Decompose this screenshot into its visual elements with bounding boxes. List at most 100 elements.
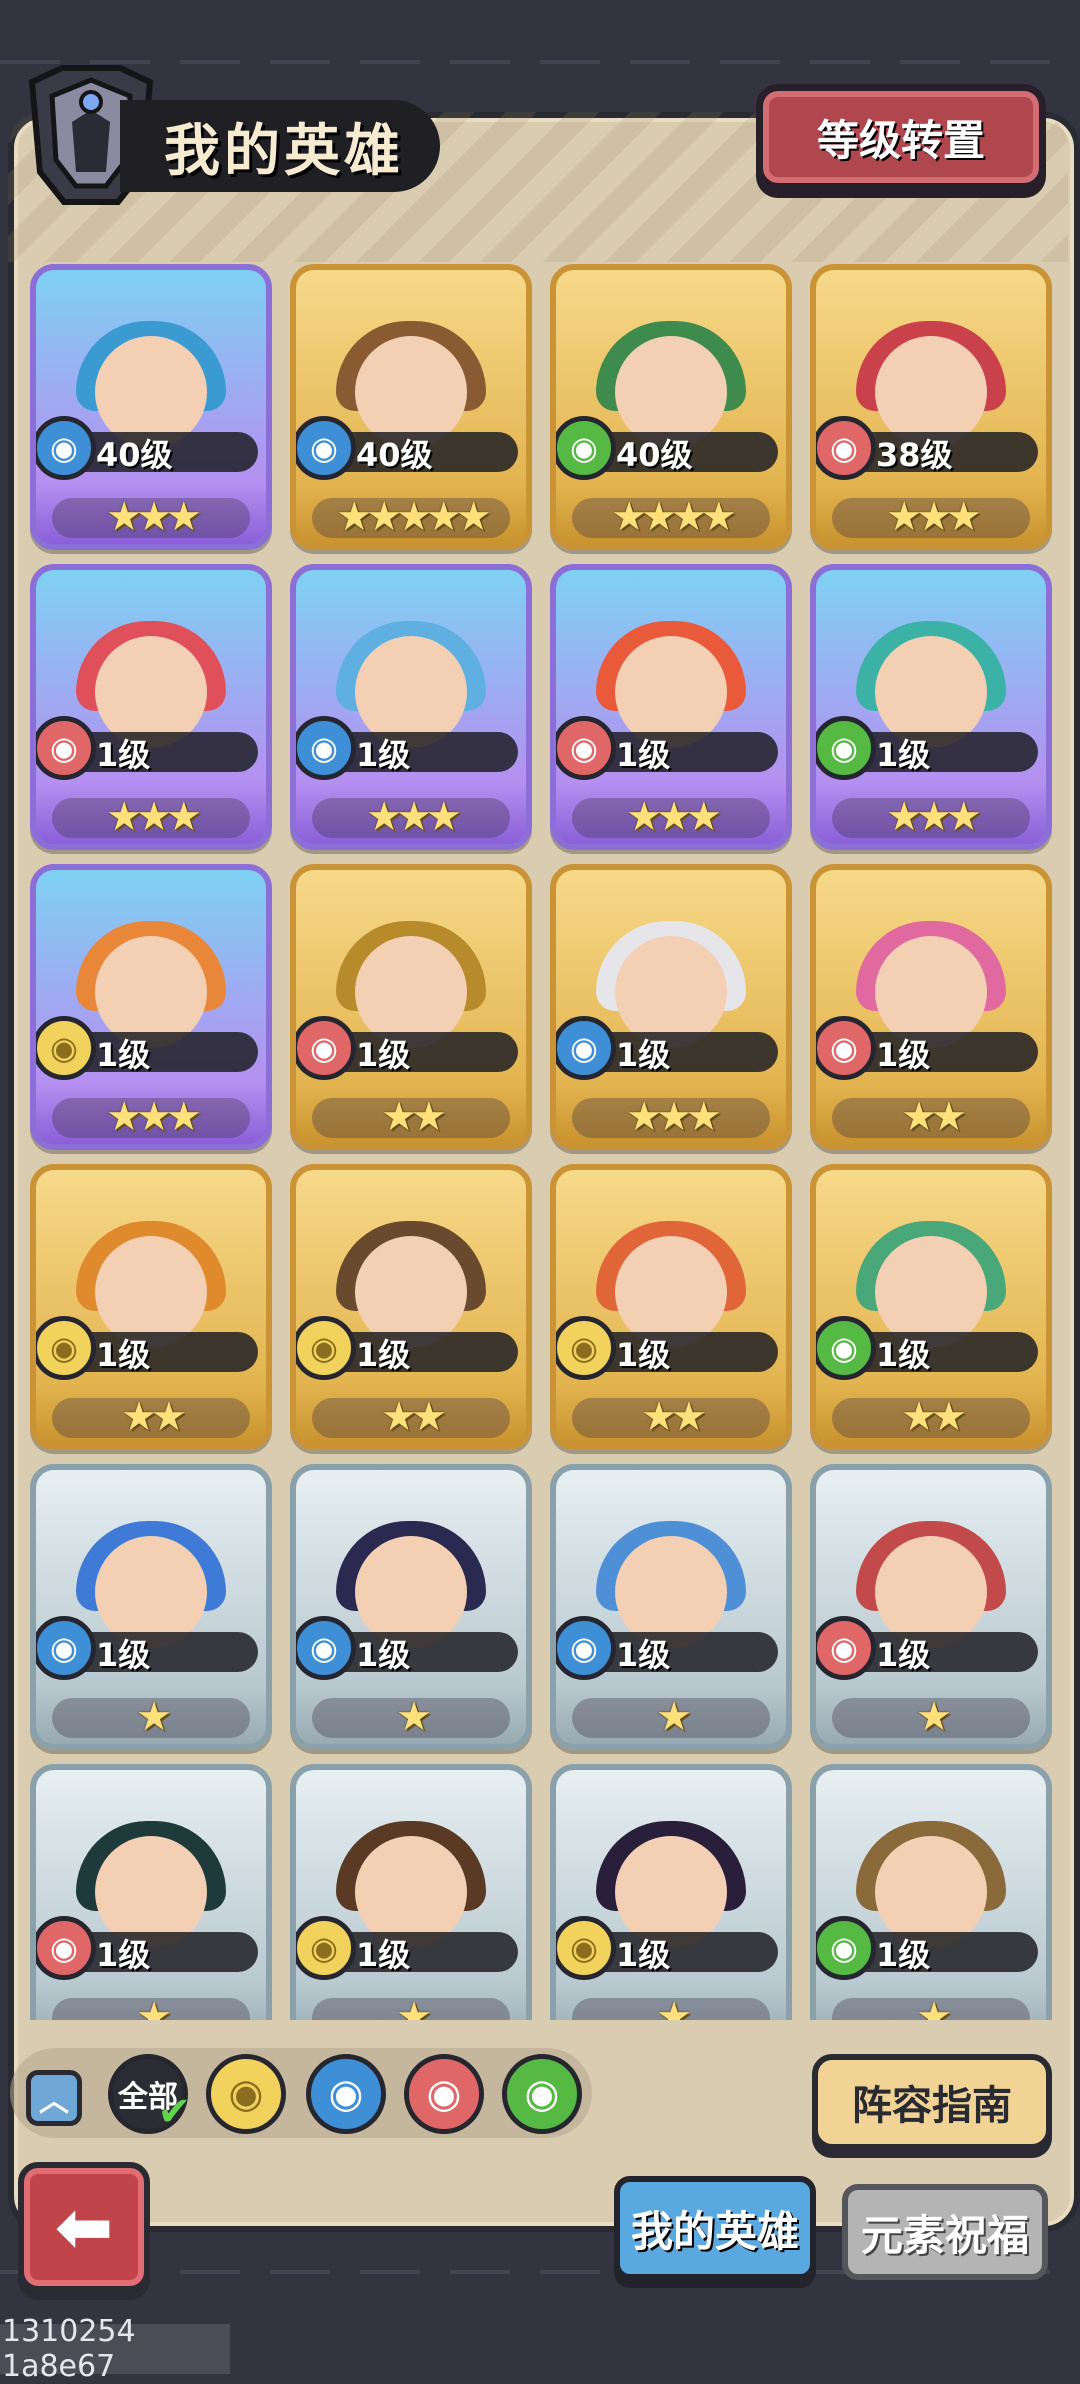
filter-earth-button[interactable]: ◉ [206, 2054, 286, 2134]
hero-card[interactable]: ◉ 1级 ★ [810, 1764, 1052, 2020]
hero-card[interactable]: ◉ 1级 ★★ [550, 1164, 792, 1450]
top-decoration [0, 60, 1080, 64]
earth-element-icon: ◉ [296, 1316, 356, 1380]
wind-element-icon: ◉ [816, 716, 876, 780]
hero-card[interactable]: ◉ 1级 ★★ [290, 1164, 532, 1450]
hero-level: 1级 [96, 1636, 151, 1674]
hero-card[interactable]: ◉ 1级 ★★★ [30, 564, 272, 850]
star-icon: ★ [165, 494, 202, 540]
star-rating: ★★ [556, 1394, 786, 1440]
hero-card[interactable]: ◉ 1级 ★ [290, 1764, 532, 2020]
star-icon: ★ [381, 1394, 417, 1440]
hero-level: 1级 [96, 1036, 151, 1074]
star-rating: ★★★★★ [296, 494, 526, 540]
star-icon: ★ [945, 794, 982, 840]
star-icon: ★ [136, 1694, 172, 1740]
water-element-icon: ◉ [296, 716, 356, 780]
earth-element-icon: ◉ [36, 1016, 96, 1080]
hero-card[interactable]: ◉ 1级 ★★★ [290, 564, 532, 850]
hero-level: 1级 [876, 736, 931, 774]
back-button[interactable]: ⬅ [18, 2162, 150, 2292]
hero-card[interactable]: ◉ 1级 ★ [550, 1764, 792, 2020]
hero-card[interactable]: ◉ 40级 ★★★ [30, 264, 272, 550]
hero-card[interactable]: ◉ 1级 ★★★ [550, 564, 792, 850]
lineup-guide-button[interactable]: 阵容指南 [812, 2054, 1052, 2150]
tab-element-blessing[interactable]: 元素祝福 [842, 2184, 1048, 2280]
earth-element-icon: ◉ [556, 1916, 616, 1980]
star-rating: ★★ [296, 1394, 526, 1440]
star-icon: ★ [671, 494, 707, 540]
star-rating: ★★ [816, 1394, 1046, 1440]
star-icon: ★ [396, 1694, 432, 1740]
star-rating: ★★★★ [556, 494, 786, 540]
fire-element-icon: ◉ [816, 1016, 876, 1080]
star-icon: ★ [656, 1694, 692, 1740]
hero-level: 1级 [356, 1636, 411, 1674]
fire-element-icon: ◉ [36, 716, 96, 780]
hero-card[interactable]: ◉ 1级 ★ [810, 1464, 1052, 1750]
level-transfer-button[interactable]: 等级转置 [756, 84, 1046, 190]
star-icon: ★ [165, 1094, 202, 1140]
hero-level: 1级 [616, 1636, 671, 1674]
fire-element-icon: ◉ [816, 416, 876, 480]
tab-my-heroes[interactable]: 我的英雄 [614, 2176, 816, 2280]
chevron-up-icon: ︿ [39, 2084, 69, 2119]
star-icon: ★ [656, 1994, 692, 2020]
hero-card[interactable]: ◉ 1级 ★★★ [550, 864, 792, 1150]
hero-card[interactable]: ◉ 40级 ★★★★ [550, 264, 792, 550]
star-rating: ★★★ [36, 794, 266, 840]
build-id: 1310254 1a8e67 [0, 2314, 230, 2384]
water-element-icon: ◉ [328, 2071, 364, 2117]
hero-card[interactable]: ◉ 1级 ★ [290, 1464, 532, 1750]
star-icon: ★ [336, 494, 372, 540]
hero-card[interactable]: ◉ 40级 ★★★★★ [290, 264, 532, 550]
star-icon: ★ [901, 1394, 937, 1440]
hero-level: 1级 [96, 1336, 151, 1374]
star-rating: ★ [556, 1694, 786, 1740]
star-rating: ★★ [36, 1394, 266, 1440]
wind-element-icon: ◉ [816, 1316, 876, 1380]
hero-card[interactable]: ◉ 38级 ★★★ [810, 264, 1052, 550]
hero-grid: ◉ 40级 ★★★ ◉ 40级 ★★★★★ ◉ 40级 ★★★★ ◉ 38级 ★★★ ◉ 1级 ★★★ ◉ 1级… [26, 262, 1052, 2020]
star-icon: ★ [931, 1394, 967, 1440]
hero-card[interactable]: ◉ 1级 ★★ [290, 864, 532, 1150]
filter-all-button[interactable]: 全部 ✔ [108, 2054, 191, 2135]
earth-element-icon: ◉ [228, 2071, 264, 2117]
star-icon: ★ [916, 794, 952, 840]
hero-card[interactable]: ◉ 1级 ★★ [30, 1164, 272, 1450]
hero-level: 1级 [876, 1036, 931, 1074]
star-icon: ★ [455, 494, 492, 540]
star-icon: ★ [136, 1994, 172, 2020]
hero-card[interactable]: ◉ 1级 ★ [30, 1764, 272, 2020]
star-rating: ★ [296, 1694, 526, 1740]
wind-element-icon: ◉ [524, 2071, 560, 2117]
star-icon: ★ [641, 494, 677, 540]
star-icon: ★ [121, 1394, 157, 1440]
star-icon: ★ [106, 794, 142, 840]
check-icon: ✔ [157, 2089, 191, 2135]
star-icon: ★ [136, 1094, 172, 1140]
water-element-icon: ◉ [36, 416, 96, 480]
hero-card[interactable]: ◉ 1级 ★★ [810, 864, 1052, 1150]
fire-element-icon: ◉ [556, 716, 616, 780]
star-rating: ★ [36, 1994, 266, 2020]
hero-level: 1级 [356, 1336, 411, 1374]
star-icon: ★ [425, 794, 462, 840]
hero-card[interactable]: ◉ 1级 ★★★ [810, 564, 1052, 850]
filter-wind-button[interactable]: ◉ [502, 2054, 582, 2134]
hero-card[interactable]: ◉ 1级 ★★★ [30, 864, 272, 1150]
hero-card[interactable]: ◉ 1级 ★★ [810, 1164, 1052, 1450]
filter-water-button[interactable]: ◉ [306, 2054, 386, 2134]
filter-fire-button[interactable]: ◉ [404, 2054, 484, 2134]
collapse-button[interactable]: ︿ [26, 2070, 82, 2126]
star-icon: ★ [366, 794, 402, 840]
star-icon: ★ [425, 494, 462, 540]
earth-element-icon: ◉ [296, 1916, 356, 1980]
hero-card[interactable]: ◉ 1级 ★ [30, 1464, 272, 1750]
star-icon: ★ [366, 494, 402, 540]
water-element-icon: ◉ [556, 1016, 616, 1080]
hero-level: 1级 [616, 1936, 671, 1974]
star-rating: ★★ [816, 1094, 1046, 1140]
hero-card[interactable]: ◉ 1级 ★ [550, 1464, 792, 1750]
star-icon: ★ [656, 1094, 692, 1140]
